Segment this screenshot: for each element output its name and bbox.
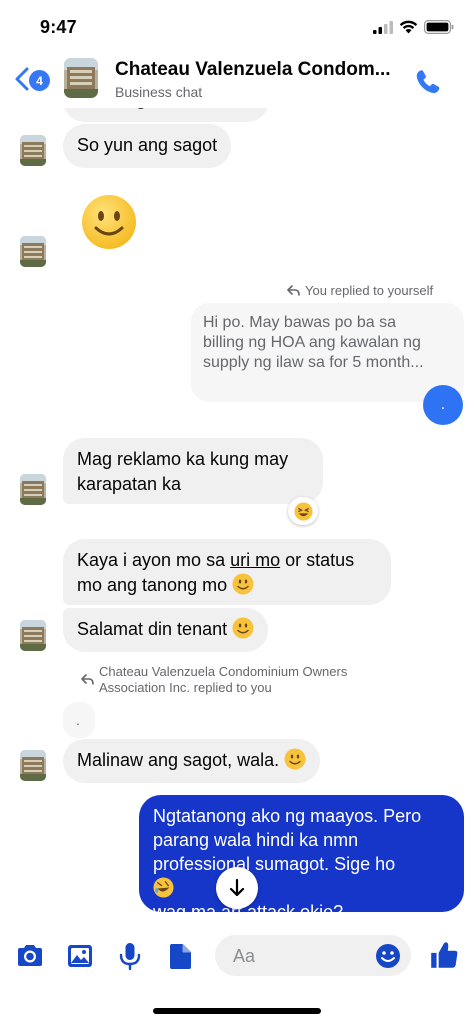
thumbs-up-icon[interactable] <box>428 939 460 971</box>
quoted-line: supply ng ilaw sa for 5 month... <box>203 354 424 371</box>
smiley-emoji-icon <box>232 617 254 639</box>
message-composer: Aa <box>0 930 474 982</box>
underlined-text: uri mo <box>230 550 281 570</box>
message-bubble[interactable]: Malinaw ang sagot, wala. <box>63 739 321 783</box>
smiley-emoji-message[interactable] <box>81 194 137 250</box>
reaction-badge[interactable] <box>288 497 318 525</box>
message-bubble[interactable]: Kaya i ayon mo sa uri mo or status mo an… <box>63 539 391 605</box>
avatar[interactable] <box>20 620 46 651</box>
quoted-message[interactable]: Hi po. May bawas po ba sa billing ng HOA… <box>191 303 464 402</box>
message-input-placeholder: Aa <box>233 946 256 966</box>
avatar[interactable] <box>20 474 46 505</box>
rofl-emoji-icon <box>153 877 174 898</box>
message-bubble[interactable]: Mag reklamo ka kung may karapatan ka <box>63 438 323 504</box>
quoted-message[interactable]: . <box>63 702 95 738</box>
quoted-line: Hi po. May bawas po ba sa <box>203 314 396 331</box>
phone-icon[interactable] <box>414 68 442 96</box>
avatar[interactable] <box>20 135 46 166</box>
avatar[interactable] <box>20 236 46 267</box>
smiley-emoji-icon <box>232 573 254 595</box>
microphone-icon[interactable] <box>115 941 145 971</box>
unread-count-badge[interactable]: 4 <box>29 70 50 91</box>
battery-icon <box>424 20 454 34</box>
wifi-icon <box>399 20 418 34</box>
image-icon[interactable] <box>65 941 95 971</box>
sent-message-bubble[interactable]: . <box>423 385 463 425</box>
laughing-emoji-icon <box>293 501 313 521</box>
message-bubble[interactable]: So yun ang sagot <box>63 124 232 168</box>
avatar[interactable] <box>20 750 46 781</box>
cellular-signal-icon <box>373 21 393 34</box>
reply-header: You replied to yourself <box>287 283 433 299</box>
reply-arrow-icon <box>287 285 300 296</box>
camera-icon[interactable] <box>15 941 45 971</box>
chat-subtitle: Business chat <box>115 84 203 100</box>
document-icon[interactable] <box>166 941 196 971</box>
smiley-emoji-icon <box>284 748 306 770</box>
sent-message-bubble[interactable]: Ngtatanong ako ng maayos. Pero parang wa… <box>139 795 464 922</box>
emoji-icon[interactable] <box>375 943 401 969</box>
reply-header: Chateau Valenzuela Condominium Owners As… <box>81 664 347 696</box>
message-input[interactable]: Aa <box>215 935 411 976</box>
arrow-down-icon <box>229 878 245 897</box>
business-avatar[interactable] <box>64 58 98 98</box>
status-bar: 9:47 <box>0 0 474 52</box>
scroll-to-bottom-button[interactable] <box>216 867 258 909</box>
chat-title[interactable]: Chateau Valenzuela Condom... <box>115 59 405 81</box>
status-time: 9:47 <box>40 17 77 37</box>
quoted-line: billing ng HOA ang kawalan ng <box>203 334 421 351</box>
chat-header: 4 Chateau Valenzuela Condom... Business … <box>0 52 474 108</box>
home-indicator <box>153 1008 321 1014</box>
reply-arrow-icon <box>81 674 94 685</box>
message-bubble[interactable]: Salamat din tenant <box>63 608 269 652</box>
